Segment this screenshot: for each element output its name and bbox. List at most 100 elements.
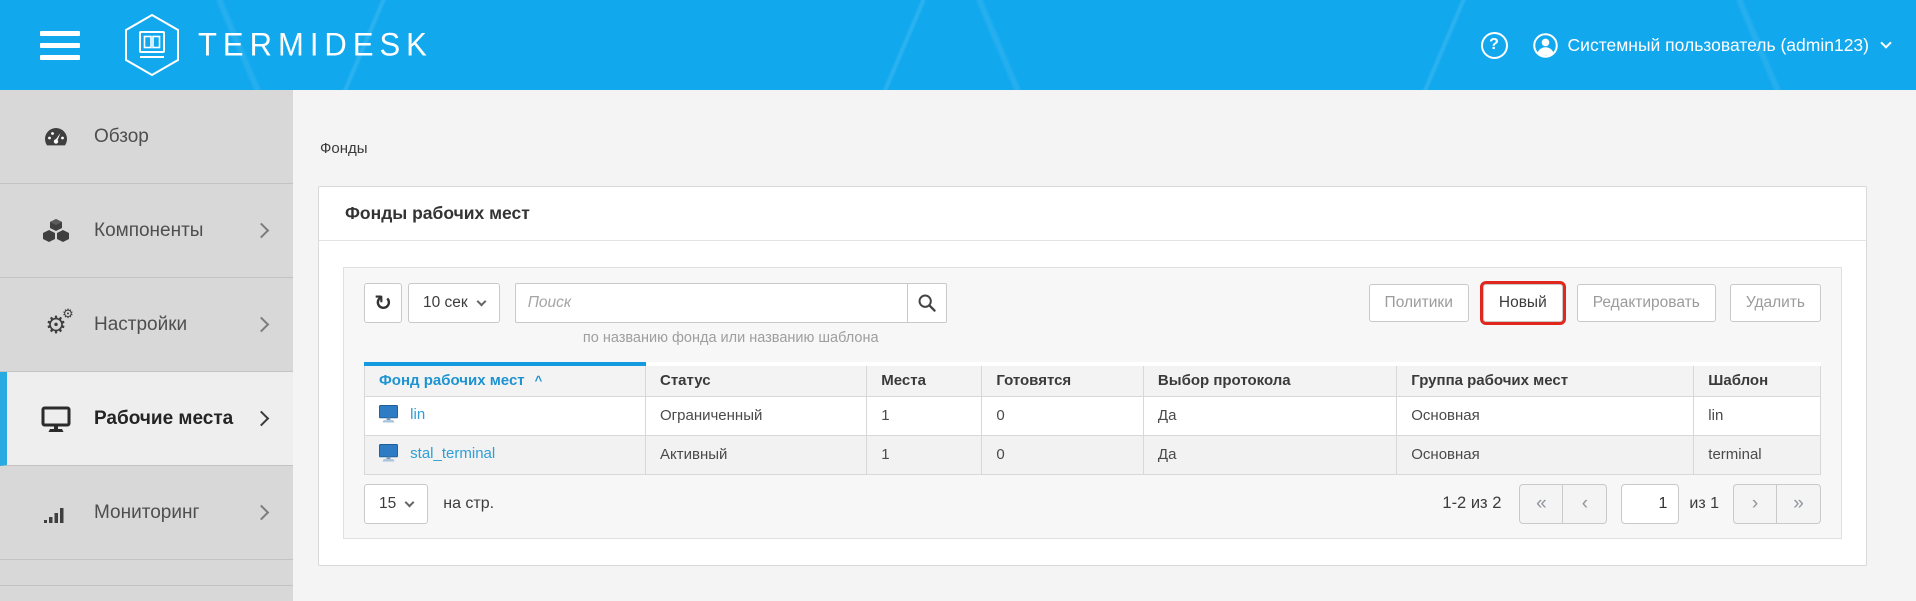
cell-places: 1 <box>867 396 982 435</box>
sidebar-item-components[interactable]: Компоненты <box>0 184 293 278</box>
brand-name: TERMIDESK <box>198 26 433 63</box>
column-header-places[interactable]: Места <box>867 364 982 396</box>
pool-monitor-icon <box>379 405 398 427</box>
refresh-interval-value: 10 сек <box>423 294 468 312</box>
chevron-left-icon: ‹ <box>1582 493 1588 515</box>
pagination-back-group: « ‹ <box>1519 484 1607 524</box>
column-header-preparing[interactable]: Готовятся <box>982 364 1144 396</box>
pool-link[interactable]: lin <box>410 406 425 423</box>
policies-button[interactable]: Политики <box>1369 284 1469 322</box>
pool-monitor-icon <box>379 444 398 466</box>
app-header: TERMIDESK ? Системный пользователь (admi… <box>0 0 1916 90</box>
help-icon: ? <box>1489 36 1499 54</box>
pools-panel: ↻ 10 сек <box>343 267 1842 539</box>
chart-bars-icon <box>40 499 72 527</box>
cell-preparing: 0 <box>982 396 1144 435</box>
sidebar-item-settings[interactable]: ⚙⚙ Настройки <box>0 278 293 372</box>
user-name: Системный пользователь (admin123) <box>1568 35 1869 56</box>
user-menu[interactable]: Системный пользователь (admin123) <box>1532 32 1890 59</box>
hamburger-bar <box>40 43 80 48</box>
prev-page-button[interactable]: ‹ <box>1563 484 1607 524</box>
cell-status: Активный <box>646 435 867 474</box>
page-title: Фонды рабочих мест <box>345 203 1840 224</box>
chevron-right-icon <box>254 223 270 239</box>
chevron-right-icon <box>254 317 270 333</box>
sidebar-item-label: Компоненты <box>94 220 203 242</box>
range-label: 1-2 из 2 <box>1442 494 1501 513</box>
column-header-protocol[interactable]: Выбор протокола <box>1143 364 1396 396</box>
sidebar-item-label: Настройки <box>94 314 187 336</box>
cell-preparing: 0 <box>982 435 1144 474</box>
column-header-template[interactable]: Шаблон <box>1694 364 1821 396</box>
sidebar-filler <box>0 560 293 586</box>
table-header-row: Фонд рабочих мест^ Статус Места Готовятс… <box>365 364 1821 396</box>
menu-toggle-button[interactable] <box>40 31 80 60</box>
termidesk-logo-icon <box>122 13 182 77</box>
chevron-right-icon <box>254 411 270 427</box>
sort-asc-icon: ^ <box>535 373 543 388</box>
pools-card: Фонды рабочих мест ↻ 10 сек <box>318 186 1867 566</box>
cell-template: lin <box>1694 396 1821 435</box>
chevron-down-icon <box>405 497 415 507</box>
cell-places: 1 <box>867 435 982 474</box>
cubes-icon <box>40 217 72 245</box>
double-chevron-right-icon: » <box>1793 493 1804 515</box>
sidebar-item-overview[interactable]: Обзор <box>0 90 293 184</box>
chevron-down-icon <box>476 297 486 307</box>
per-page-label: на стр. <box>443 495 494 513</box>
chevron-down-icon <box>1880 37 1891 48</box>
page-size-select[interactable]: 15 <box>364 484 428 524</box>
cell-group: Основная <box>1397 435 1694 474</box>
cell-protocol: Да <box>1143 396 1396 435</box>
toolbar: ↻ 10 сек <box>364 283 1821 346</box>
search-area: по названию фонда или названию шаблона <box>515 283 947 346</box>
pagination-forward-group: › » <box>1733 484 1821 524</box>
sidebar-item-label: Мониторинг <box>94 502 199 524</box>
new-button[interactable]: Новый <box>1483 284 1563 322</box>
table-footer: 15 на стр. 1-2 из 2 « ‹ из 1 › <box>364 484 1821 524</box>
card-header: Фонды рабочих мест <box>319 187 1866 241</box>
column-header-group[interactable]: Группа рабочих мест <box>1397 364 1694 396</box>
delete-button[interactable]: Удалить <box>1730 284 1821 322</box>
sidebar-item-monitoring[interactable]: Мониторинг <box>0 466 293 560</box>
card-body: ↻ 10 сек <box>319 241 1866 565</box>
double-chevron-left-icon: « <box>1536 493 1547 515</box>
edit-button[interactable]: Редактировать <box>1577 284 1716 322</box>
cell-protocol: Да <box>1143 435 1396 474</box>
total-pages-label: из 1 <box>1689 495 1719 513</box>
column-header-pool[interactable]: Фонд рабочих мест^ <box>365 364 646 396</box>
page-number-input[interactable] <box>1621 484 1679 524</box>
breadcrumb-item-pools[interactable]: Фонды <box>320 140 368 157</box>
sidebar-item-label: Обзор <box>94 126 149 148</box>
refresh-button[interactable]: ↻ <box>364 283 402 323</box>
hamburger-bar <box>40 55 80 60</box>
pools-table: Фонд рабочих мест^ Статус Места Готовятс… <box>364 362 1821 475</box>
header-right: ? Системный пользователь (admin123) <box>1481 32 1890 59</box>
next-page-button[interactable]: › <box>1733 484 1777 524</box>
column-header-status[interactable]: Статус <box>646 364 867 396</box>
hamburger-bar <box>40 31 80 36</box>
table-row[interactable]: lin Ограниченный 1 0 Да Основная lin <box>365 396 1821 435</box>
main-content: Фонды Фонды рабочих мест ↻ 10 сек <box>293 90 1916 601</box>
help-button[interactable]: ? <box>1481 32 1508 59</box>
user-avatar-icon <box>1532 32 1559 59</box>
refresh-icon: ↻ <box>374 293 392 314</box>
brand: TERMIDESK <box>122 13 433 77</box>
refresh-interval-select[interactable]: 10 сек <box>408 283 500 323</box>
cell-status: Ограниченный <box>646 396 867 435</box>
cell-group: Основная <box>1397 396 1694 435</box>
chevron-right-icon: › <box>1752 493 1758 515</box>
pagination: 1-2 из 2 « ‹ из 1 › » <box>1442 484 1821 524</box>
table-row[interactable]: stal_terminal Активный 1 0 Да Основная t… <box>365 435 1821 474</box>
sidebar-item-workplaces[interactable]: Рабочие места <box>0 372 293 466</box>
search-button[interactable] <box>907 283 947 323</box>
first-page-button[interactable]: « <box>1519 484 1563 524</box>
search-input[interactable] <box>515 283 907 323</box>
pool-link[interactable]: stal_terminal <box>410 445 495 462</box>
action-buttons: Политики Новый Редактировать Удалить <box>1369 283 1821 322</box>
gauge-icon <box>40 123 72 151</box>
last-page-button[interactable]: » <box>1777 484 1821 524</box>
page-size-value: 15 <box>379 495 396 513</box>
monitor-icon <box>40 405 72 433</box>
search-icon <box>917 293 937 313</box>
